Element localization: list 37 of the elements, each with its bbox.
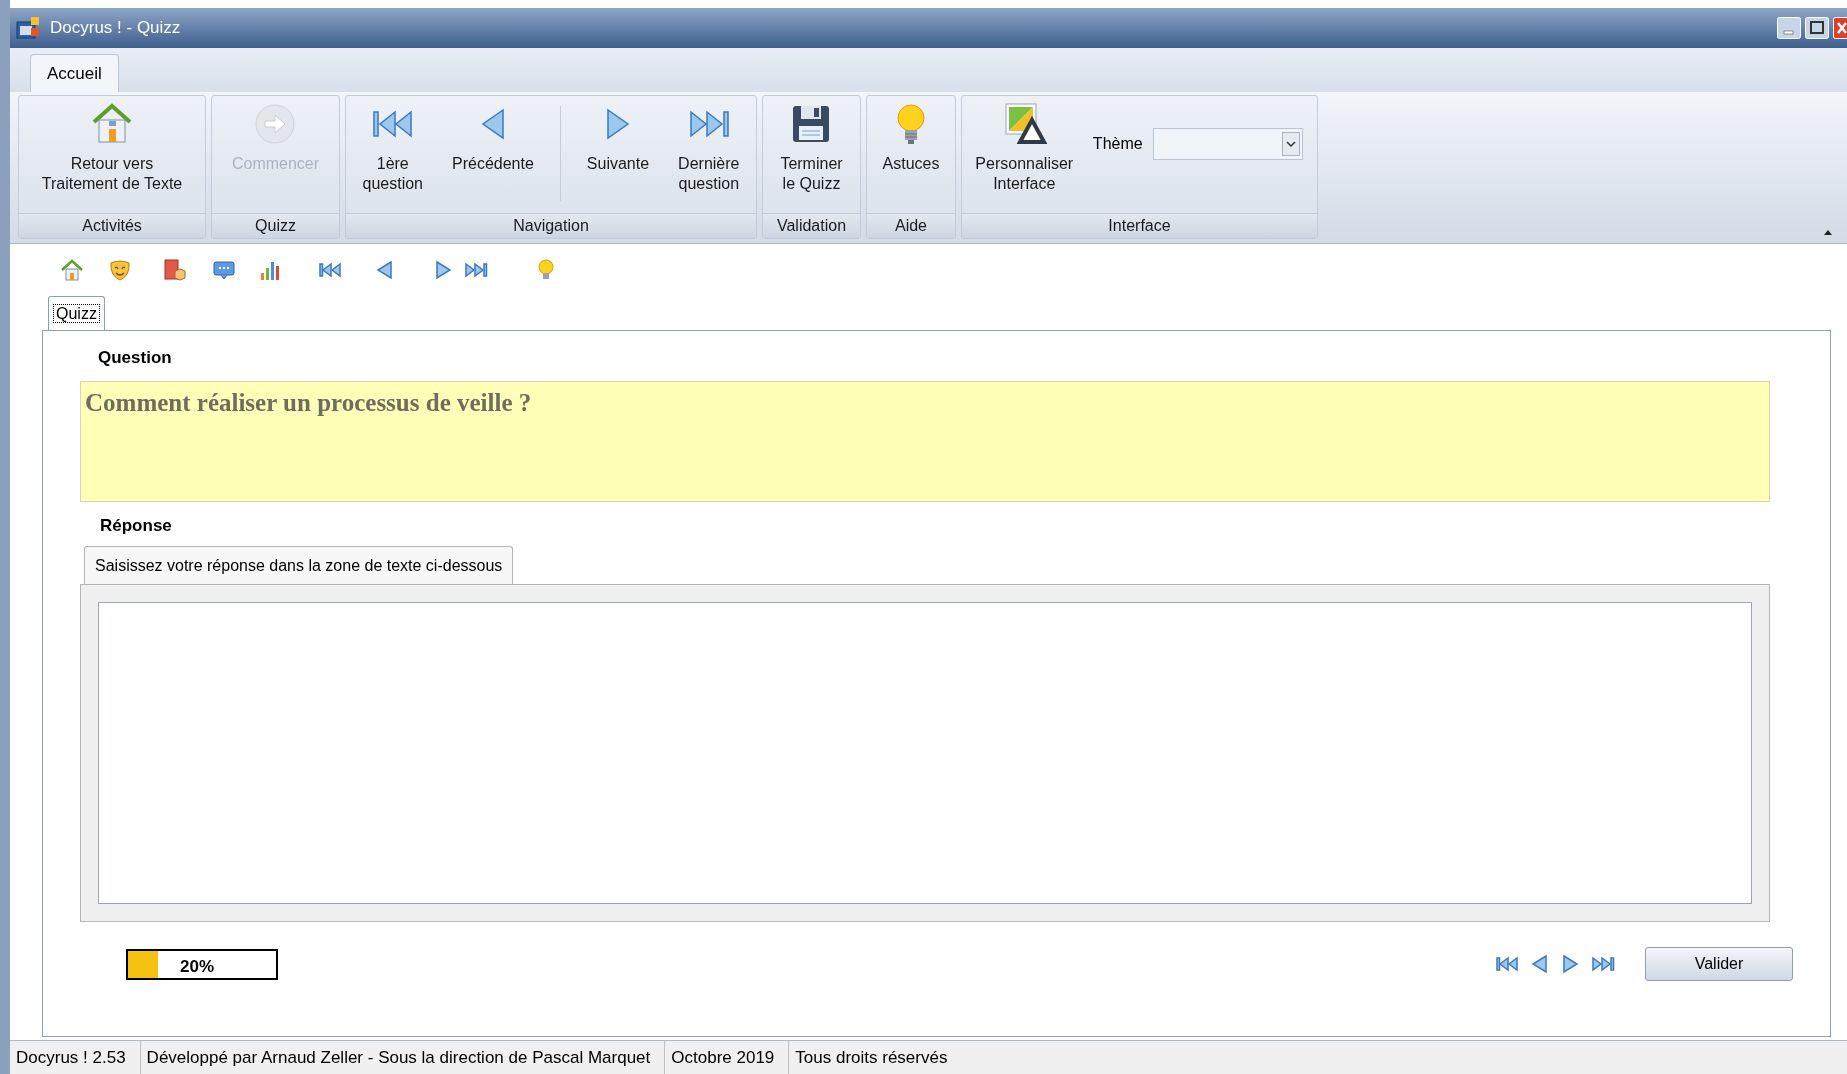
ribbon-button[interactable]: Dernière question [675, 96, 743, 194]
maximize-icon[interactable] [1805, 17, 1829, 39]
question-label: Question [98, 347, 173, 369]
answer-label: Réponse [100, 514, 173, 537]
ribbon-button[interactable]: Suivante [583, 96, 653, 174]
document-tab[interactable]: Quizz [48, 296, 105, 330]
answer-tab[interactable]: Saisissez votre réponse dans la zone de texte ci-dessous [84, 546, 514, 584]
group-label: Validation [763, 213, 860, 238]
book-box-icon[interactable] [162, 258, 186, 282]
group-label: Activités [19, 213, 205, 238]
close-icon[interactable] [1833, 17, 1847, 39]
collapse-icon[interactable] [1823, 229, 1833, 235]
status-text: Tous droits réservés [794, 1046, 949, 1069]
status-text: Docyrus ! 2.53 [10, 1041, 141, 1074]
ribbon-tab[interactable]: Accueil [30, 54, 119, 92]
validate-button[interactable]: Valider [1645, 947, 1793, 981]
ribbon-button[interactable]: Retour vers Traitement de Texte [38, 96, 186, 194]
question-text: Comment réaliser un processus de veille ? [85, 388, 532, 416]
ribbon-button[interactable]: Personnaliser Interface [972, 96, 1077, 194]
mask-icon[interactable] [108, 258, 132, 282]
house-icon[interactable] [60, 258, 84, 282]
status-text: Octobre 2019 [665, 1041, 790, 1074]
window-title: Docyrus ! - Quizz [50, 17, 181, 40]
app-icon [16, 16, 42, 40]
group-label: Quizz [212, 213, 339, 238]
group-label: Navigation [346, 213, 756, 238]
ribbon-button[interactable]: Astuces [879, 96, 943, 174]
speech-bubble-icon[interactable] [212, 258, 236, 282]
group-label: Interface [962, 213, 1317, 238]
progress-reading: 20% [180, 955, 215, 978]
chevron-down-icon [1281, 132, 1300, 156]
ribbon-button[interactable]: Terminer le Quizz [777, 96, 846, 194]
group-label: Aide [867, 213, 955, 238]
status-text: Développé par Arnaud Zeller - Sous la direction de Pascal Marquet [140, 1041, 666, 1074]
ribbon-button[interactable]: Précédente [449, 96, 537, 174]
ribbon-button[interactable]: 1ère question [359, 96, 426, 194]
theme-label: Thème [1092, 134, 1143, 154]
